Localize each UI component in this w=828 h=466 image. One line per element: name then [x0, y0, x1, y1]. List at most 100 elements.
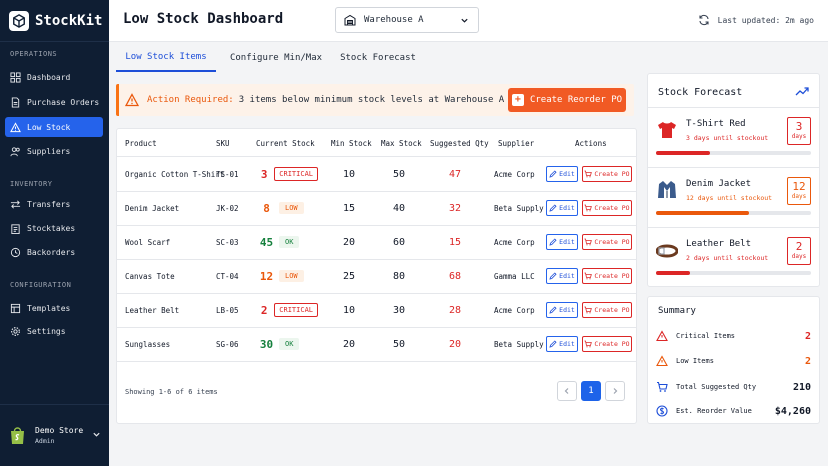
create-po-button[interactable]: Create PO	[582, 268, 632, 284]
max-stock: 50	[392, 338, 406, 350]
forecast-item[interactable]: Denim Jacket 12 days until stockout 12 da…	[648, 167, 819, 227]
suggested-qty: 20	[448, 338, 462, 350]
trending-up-icon	[795, 87, 809, 96]
table-row: Organic Cotton T-Shirt TS-01 3 CRITICAL 10 50…	[117, 157, 636, 191]
edit-button[interactable]: Edit	[546, 200, 578, 216]
summary-low-items: Low Items 2	[656, 352, 813, 370]
current-stock: 2	[260, 303, 268, 317]
create-po-button[interactable]: Create PO	[582, 302, 632, 318]
edit-button[interactable]: Edit	[546, 302, 578, 318]
supplier: Acme Corp	[494, 237, 535, 247]
create-po-button[interactable]: Create PO	[582, 336, 632, 352]
max-stock: 50	[392, 168, 406, 180]
pencil-icon	[549, 272, 557, 280]
column-header: Supplier	[498, 139, 535, 148]
template-icon	[10, 303, 21, 313]
pencil-icon	[549, 340, 557, 348]
suggested-qty: 28	[448, 304, 462, 316]
brand[interactable]: StockKit	[0, 0, 109, 42]
stockout-progress	[656, 151, 811, 155]
status-badge: CRITICAL	[274, 167, 318, 181]
prev-page-button[interactable]	[557, 381, 577, 401]
create-po-button[interactable]: Create PO	[582, 234, 632, 250]
warehouse-value: Warehouse A	[364, 15, 424, 25]
product-name: Denim Jacket	[125, 203, 180, 213]
pagination-summary: Showing 1-6 of 6 items	[125, 388, 218, 396]
sku: JK-02	[216, 203, 239, 213]
column-header: Min Stock	[331, 139, 372, 148]
belt-icon	[656, 244, 678, 258]
chevron-left-icon	[564, 388, 569, 394]
forecast-title: Stock Forecast	[658, 87, 743, 98]
sidebar-item-low-stock[interactable]: Low Stock	[5, 117, 103, 137]
sidebar-item-suppliers[interactable]: Suppliers	[5, 141, 103, 161]
edit-button[interactable]: Edit	[546, 234, 578, 250]
tshirt-icon	[658, 122, 676, 138]
chevron-right-icon	[613, 388, 618, 394]
warning-icon	[125, 93, 139, 107]
tab-stock-forecast[interactable]: Stock Forecast	[336, 44, 420, 72]
pencil-icon	[549, 306, 557, 314]
summary-total-suggested: Total Suggested Qty 210	[656, 378, 813, 396]
min-stock: 10	[342, 168, 356, 180]
current-stock: 3	[260, 167, 268, 181]
stockout-progress	[656, 271, 811, 275]
suggested-qty: 47	[448, 168, 462, 180]
dollar-icon	[656, 405, 668, 417]
forecast-item[interactable]: T-Shirt Red 3 days until stockout 3 days	[648, 107, 819, 167]
min-stock: 20	[342, 236, 356, 248]
sidebar: StockKit OPERATIONS Dashboard Purchase O…	[0, 0, 109, 466]
sidebar-item-backorders[interactable]: Backorders	[5, 242, 103, 262]
sidebar-item-transfers[interactable]: Transfers	[5, 194, 103, 214]
app-name: StockKit	[35, 12, 103, 29]
create-po-button[interactable]: Create PO	[582, 166, 632, 182]
summary-card: Summary Critical Items 2 Low Items 2 Tot…	[647, 296, 820, 424]
sidebar-item-settings[interactable]: Settings	[5, 321, 103, 341]
column-header: SKU	[216, 139, 230, 148]
table-row: Wool Scarf SC-03 45 OK 20 60 15 Acme Corp Edit Cr…	[117, 225, 636, 259]
gear-icon	[11, 326, 20, 336]
cart-icon	[584, 272, 593, 280]
sidebar-item-purchase-orders[interactable]: Purchase Orders	[5, 92, 103, 112]
sidebar-item-dashboard[interactable]: Dashboard	[5, 67, 103, 87]
edit-button[interactable]: Edit	[546, 336, 578, 352]
next-page-button[interactable]	[605, 381, 625, 401]
warning-icon	[656, 330, 668, 342]
edit-button[interactable]: Edit	[546, 166, 578, 182]
low-stock-table: Product SKU Current Stock Min Stock Max …	[116, 128, 637, 424]
cart-icon	[584, 170, 593, 178]
create-po-button[interactable]: Create PO	[582, 200, 632, 216]
table-row: Sunglasses SG-06 30 OK 20 50 20 Beta Supply Edit…	[117, 327, 636, 361]
warehouse-select[interactable]: Warehouse A	[335, 7, 479, 33]
store-role: Admin	[35, 437, 55, 445]
store-switcher[interactable]: Demo Store Admin	[0, 404, 109, 466]
edit-button[interactable]: Edit	[546, 268, 578, 284]
page-1-button[interactable]: 1	[581, 381, 601, 401]
summary-critical-items: Critical Items 2	[656, 327, 813, 345]
create-reorder-po-button[interactable]: + Create Reorder PO	[508, 88, 626, 112]
summary-title: Summary	[658, 306, 696, 316]
supplier: Acme Corp	[494, 169, 535, 179]
stock-forecast-card: Stock Forecast T-Shirt Red 3 days until …	[647, 73, 820, 287]
current-stock: 45	[259, 235, 274, 249]
sku: SG-06	[216, 339, 239, 349]
sidebar-item-stocktakes[interactable]: Stocktakes	[5, 218, 103, 238]
grid-icon	[10, 71, 21, 83]
last-updated: Last updated: 2m ago	[698, 14, 814, 26]
shopping-bag-icon	[11, 427, 24, 444]
forecast-item[interactable]: Leather Belt 2 days until stockout 2 days	[648, 227, 819, 287]
tab-configure-min-max[interactable]: Configure Min/Max	[224, 44, 328, 72]
alert-label: Action Required:	[147, 95, 234, 105]
supplier: Gamma LLC	[494, 271, 535, 281]
product-name: Canvas Tote	[125, 271, 175, 281]
current-stock: 30	[259, 337, 274, 351]
sidebar-item-templates[interactable]: Templates	[5, 298, 103, 318]
pencil-icon	[549, 204, 557, 212]
tab-low-stock-items[interactable]: Low Stock Items	[116, 44, 216, 72]
cart-icon	[584, 238, 593, 246]
jacket-icon	[658, 181, 676, 198]
max-stock: 80	[392, 270, 406, 282]
warning-icon	[656, 355, 668, 367]
refresh-icon[interactable]	[698, 14, 710, 26]
pencil-icon	[549, 238, 557, 246]
